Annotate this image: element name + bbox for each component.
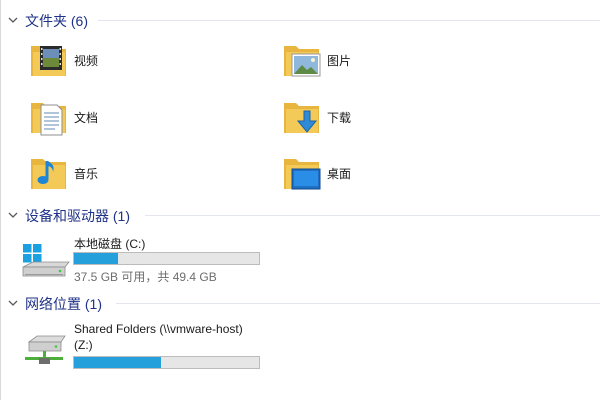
window-left-border [0,0,1,400]
drive-usage-fill [74,357,161,368]
downloads-folder-icon [284,103,319,133]
folder-item-desktop[interactable]: 桌面 [282,153,512,199]
local-disk-icon [22,244,70,277]
group-header-network[interactable]: 网络位置 (1) [0,292,600,314]
folder-item-documents[interactable]: 文档 [29,97,259,143]
folder-item-pictures[interactable]: 图片 [282,40,512,86]
folder-item-videos[interactable]: 视频 [29,40,259,86]
folder-label: 图片 [327,54,352,68]
folder-item-downloads[interactable]: 下载 [282,97,512,143]
group-divider [98,20,600,21]
drive-free-space: 37.5 GB 可用，共 49.4 GB [74,270,217,284]
drive-item-c[interactable]: 本地磁盘 (C:) 37.5 GB 可用，共 49.4 GB [21,235,281,291]
folder-label: 视频 [74,54,99,68]
group-divider [145,215,600,216]
desktop-folder-icon [284,159,321,190]
group-header-devices[interactable]: 设备和驱动器 (1) [0,204,600,226]
group-header-folders[interactable]: 文件夹 (6) [0,9,600,31]
network-drive-item-z[interactable]: Shared Folders (\\vmware-host) (Z:) [21,322,281,378]
pictures-folder-icon [284,46,321,77]
chevron-down-icon[interactable] [7,209,19,221]
drive-usage-fill [74,253,119,264]
chevron-down-icon[interactable] [7,14,19,26]
chevron-down-icon[interactable] [7,297,19,309]
folder-label: 桌面 [327,167,352,181]
documents-folder-icon [31,103,66,136]
network-drive-name: Shared Folders (\\vmware-host) [74,322,243,336]
group-title-network: 网络位置 (1) [25,296,102,312]
folder-label: 音乐 [74,167,99,181]
folder-label: 文档 [74,111,99,125]
folder-item-music[interactable]: 音乐 [29,153,259,199]
group-divider [116,303,600,304]
network-drive-icon [25,335,66,364]
group-title-devices: 设备和驱动器 (1) [25,208,130,224]
group-title-folders: 文件夹 (6) [25,13,88,29]
drive-usage-bar [73,356,260,369]
folder-label: 下载 [327,111,352,125]
video-folder-icon [31,46,66,76]
drive-usage-bar [73,252,260,265]
music-folder-icon [31,159,66,189]
drive-name: 本地磁盘 (C:) [74,237,146,251]
network-drive-letter: (Z:) [74,338,93,352]
